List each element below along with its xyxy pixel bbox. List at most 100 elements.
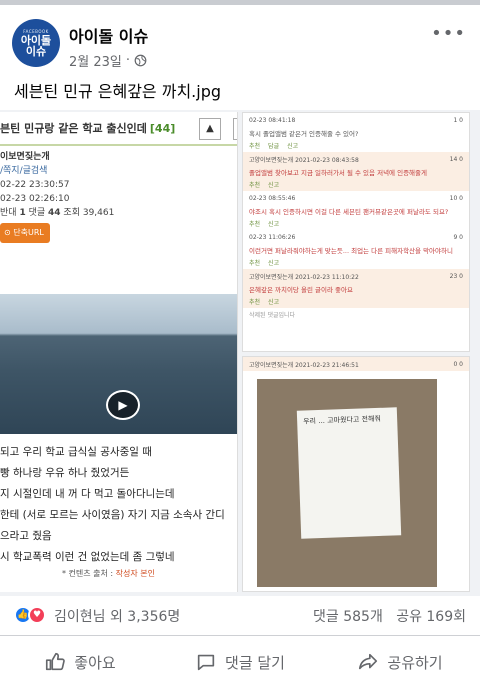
lc-count: [44] (149, 121, 176, 135)
report-label: 신고 (268, 260, 280, 267)
lc-line: 지 시절인데 내 꺼 다 먹고 돌아다니는데 (0, 488, 175, 500)
recommend-label: 추천 (249, 299, 261, 306)
play-icon: ▶ (106, 390, 140, 420)
short-url-label: 단축URL (13, 228, 44, 237)
comment-score: 10 0 (449, 194, 463, 202)
report-label: 신고 (268, 221, 280, 228)
comment-count[interactable]: 댓글 585개 (313, 609, 383, 625)
reaction-summary[interactable]: 김이현님 외 3,356명 (54, 606, 180, 626)
avatar-big-text: 아이돌 이슈 (20, 33, 52, 58)
lc-line: 시 학교폭력 이런 건 없었는데 좀 그렇네 (0, 551, 175, 563)
lc-title-bar: 븐틴 민규랑 같은 학교 출신인데 [44] ▲ (0, 112, 237, 146)
lc-source: * 컨텐츠 출처 : 작성자 본인 (62, 568, 155, 579)
more-options-icon[interactable]: ••• (431, 23, 466, 44)
report-label: 신고 (268, 299, 280, 306)
short-url-button: ⊙ 단축URL (0, 223, 50, 243)
post-text: 세븐틴 민규 은혜갚은 까치.jpg (14, 82, 222, 101)
deleted-comment: 삭제된 댓글입니다 (249, 312, 296, 319)
comment-score: 23 0 (449, 272, 463, 280)
recommend-label: 추천 (249, 260, 261, 267)
lc-line: 되고 우리 학교 급식실 공사중일 때 (0, 446, 152, 458)
reply-label: 답글 (268, 143, 280, 150)
lc-line: 으라고 줬음 (0, 530, 52, 542)
post-header: FACEBOOK 아이돌 이슈 아이돌 이슈 2월 23일 · ••• (0, 5, 480, 71)
comment-row: 02-23 11:06:26 9 0 이런거면 퍼날라줘야하는게 맞는듯... 최… (243, 230, 469, 269)
share-label: 공유하기 (387, 653, 443, 672)
comment-text: 야조시 혹시 인증하시면 이걸 다른 세븐틴 팬커뮤같은곳에 퍼날라도 되요? (249, 208, 449, 216)
photo-comment-header: 고양이보면짖는개 2021-02-23 21:46:51 0 0 (243, 357, 469, 371)
lc-stats: 반대 1 댓글 44 조회 39,461 (0, 206, 237, 220)
comment-label: 댓글 달기 (225, 653, 285, 672)
lc-body: 되고 우리 학교 급식실 공사중일 때 빵 하나랑 우유 하나 줬었거든 지 시… (0, 442, 225, 568)
comment-date: 02-23 08:55:46 (249, 194, 296, 202)
comment-text: 졸업앨범 찾아보고 지금 일하러가서 될 수 있음 저녁에 인증해줄게 (249, 169, 427, 177)
report-label: 신고 (268, 182, 280, 189)
lc-stats-mid: 댓글 (28, 208, 46, 218)
reaction-icons[interactable]: 👍 ♥ (14, 606, 46, 624)
recommend-label: 추천 (249, 182, 261, 189)
up-arrow-icon: ▲ (199, 118, 221, 140)
post-meta: 2월 23일 · (69, 51, 147, 70)
comment-row: 02-23 08:41:18 1 0 혹시 졸업앨범 같은거 인증해줄 수 있어?… (243, 113, 469, 152)
reaction-bar: 👍 ♥ 김이현님 외 3,356명 댓글 585개 공유 169회 (0, 596, 480, 636)
lc-line: 한테 (서로 모르는 사이였음) 자기 지금 소속사 간디 (0, 509, 225, 521)
comment-date: 02-23 08:41:18 (249, 116, 296, 124)
comment-date: 2021-02-23 11:10:22 (295, 273, 359, 281)
lc-stats-views: 조회 39,461 (63, 208, 115, 218)
left-screenshot[interactable]: 븐틴 민규랑 같은 학교 출신인데 [44] ▲ 이보면짖는개 /쪽지/글검색 … (0, 112, 238, 592)
lc-date2: 02-23 02:26:10 (0, 194, 70, 204)
photo-comment-box: 고양이보면짖는개 2021-02-23 21:46:51 0 0 우리 ... 고… (242, 356, 470, 592)
recommend-label: 추천 (249, 143, 261, 150)
side-button (233, 118, 237, 140)
source-value: 작성자 본인 (115, 569, 156, 578)
recommend-label: 추천 (249, 221, 261, 228)
action-bar: 좋아요 댓글 달기 공유하기 (0, 640, 480, 684)
comment-bubble-icon (197, 654, 215, 671)
lc-date1: 02-22 23:30:57 (0, 180, 70, 190)
lc-title: 븐틴 민규랑 같은 학교 출신인데 (0, 122, 147, 135)
report-label: 신고 (287, 143, 299, 150)
comment-button[interactable]: 댓글 달기 (160, 640, 320, 684)
comment-row: 고양이보면짖는개 2021-02-23 11:10:22 23 0 은혜갚은 까치… (243, 269, 469, 308)
comment-score: 0 0 (453, 360, 463, 368)
comment-box: 02-23 08:41:18 1 0 혹시 졸업앨범 같은거 인증해줄 수 있어?… (242, 112, 470, 352)
share-count[interactable]: 공유 169회 (396, 609, 466, 625)
comment-text: 은혜갚은 까치이당 올린 글이라 좋아요 (249, 286, 353, 294)
lc-stats-prefix: 반대 (0, 208, 17, 218)
right-screenshots[interactable]: 02-23 08:41:18 1 0 혹시 졸업앨범 같은거 인증해줄 수 있어?… (242, 112, 480, 592)
note-paper: 우리 ... 고마웠다고 전해줘 (296, 407, 402, 539)
comment-row: 고양이보면짖는개 2021-02-23 08:43:58 14 0 졸업앨범 찾아… (243, 152, 469, 191)
share-button[interactable]: 공유하기 (320, 640, 480, 684)
note-photo: 우리 ... 고마웠다고 전해줘 (257, 379, 437, 587)
comment-date: 2021-02-23 08:43:58 (295, 156, 359, 164)
comment-row: 02-23 08:55:46 10 0 야조시 혹시 인증하시면 이걸 다른 세븐… (243, 191, 469, 230)
comment-date: 02-23 11:06:26 (249, 233, 296, 241)
comment-nick: 고양이보면짖는개 (249, 361, 294, 369)
like-button[interactable]: 좋아요 (0, 640, 160, 684)
source-label: * 컨텐츠 출처 : (62, 569, 114, 578)
comment-text: 혹시 졸업앨범 같은거 인증해줄 수 있어? (249, 130, 359, 138)
lc-info: 이보면짖는개 /쪽지/글검색 02-22 23:30:57 02-23 02:2… (0, 146, 237, 243)
avatar-small-text: FACEBOOK (23, 28, 49, 34)
comment-score: 9 0 (453, 233, 463, 241)
lc-tags: /쪽지/글검색 (0, 166, 48, 176)
post-media[interactable]: 븐틴 민규랑 같은 학교 출신인데 [44] ▲ 이보면짖는개 /쪽지/글검색 … (0, 110, 480, 596)
page-avatar[interactable]: FACEBOOK 아이돌 이슈 (12, 19, 60, 67)
comment-share-counts: 댓글 585개 공유 169회 (313, 606, 466, 626)
thumbs-up-icon (46, 652, 66, 671)
lc-stats-1: 1 (19, 208, 26, 218)
love-reaction-icon: ♥ (28, 606, 46, 624)
comment-text: 이런거면 퍼날라줘야하는게 맞는듯... 최업는 다른 피해자학산을 막아야하니 (249, 247, 453, 255)
comment-score: 1 0 (453, 116, 463, 124)
page-name[interactable]: 아이돌 이슈 (69, 23, 148, 47)
comment-score: 14 0 (449, 155, 463, 163)
share-arrow-icon (359, 653, 378, 670)
comment-nick: 고양이보면짖는개 (249, 156, 294, 164)
post-date[interactable]: 2월 23일 (69, 51, 122, 70)
lc-author: 이보면짖는개 (0, 152, 50, 162)
lc-stats-44: 44 (48, 208, 61, 218)
lc-line: 빵 하나랑 우유 하나 줬었거든 (0, 467, 130, 479)
comment-nick: 고양이보면짖는개 (249, 273, 294, 281)
globe-icon (134, 54, 147, 67)
comment-date: 2021-02-23 21:46:51 (295, 361, 359, 369)
